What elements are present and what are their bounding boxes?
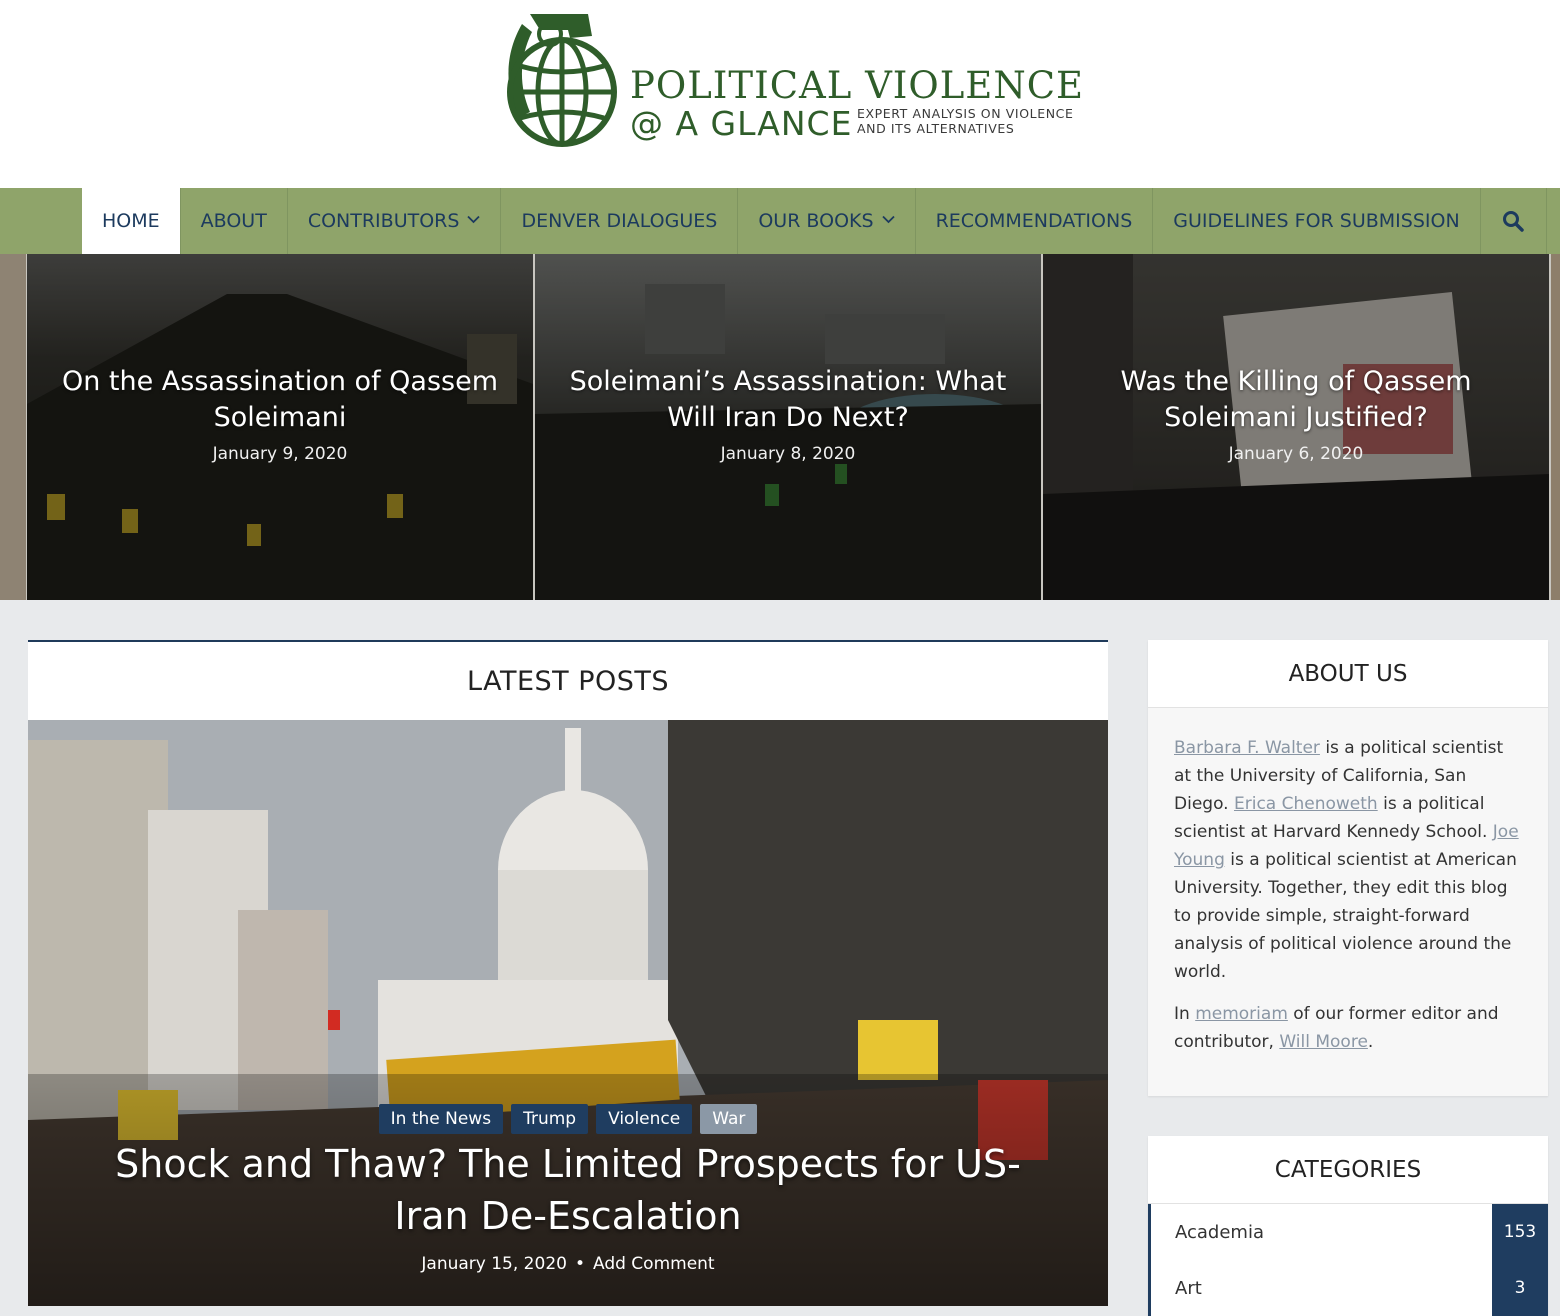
site-subtitle: @ A GLANCE <box>630 104 853 143</box>
widget-heading: ABOUT US <box>1148 640 1548 708</box>
category-item-academia[interactable]: Academia 153 <box>1148 1204 1548 1260</box>
category-item-art[interactable]: Art 3 <box>1148 1260 1548 1316</box>
categories-widget: CATEGORIES Academia 153 Art 3 <box>1148 1136 1548 1316</box>
featured-post[interactable]: In the News Trump Violence War Shock and… <box>28 720 1108 1306</box>
slide-date: January 8, 2020 <box>720 444 856 464</box>
slide-card[interactable]: Soleimani’s Assassination: What Will Ira… <box>535 254 1041 600</box>
main-nav: HOME ABOUT CONTRIBUTORS DENVER DIALOGUES… <box>0 188 1560 254</box>
nav-item-contributors[interactable]: CONTRIBUTORS <box>288 188 502 254</box>
add-comment-link[interactable]: Add Comment <box>593 1254 715 1274</box>
will-moore-link[interactable]: Will Moore <box>1279 1032 1368 1052</box>
nav-label: CONTRIBUTORS <box>307 210 460 232</box>
nav-item-about[interactable]: ABOUT <box>181 188 288 254</box>
category-name: Art <box>1175 1277 1202 1299</box>
nav-label: HOME <box>102 210 160 232</box>
tag-trump[interactable]: Trump <box>511 1104 589 1134</box>
about-us-widget: ABOUT US Barbara F. Walter is a politica… <box>1148 640 1548 1096</box>
widget-heading: CATEGORIES <box>1148 1136 1548 1204</box>
slide-date: January 9, 2020 <box>212 444 348 464</box>
post-meta: January 15, 2020 • Add Comment <box>28 1254 1108 1274</box>
chevron-down-icon <box>881 213 895 228</box>
tag-war[interactable]: War <box>700 1104 758 1134</box>
slide-edge-left <box>0 254 26 600</box>
featured-slider: On the Assassination of Qassem Soleimani… <box>0 254 1560 600</box>
slide-edge-right <box>1551 254 1560 600</box>
nav-label: ABOUT <box>200 210 267 232</box>
nav-item-our-books[interactable]: OUR BOOKS <box>738 188 916 254</box>
erica-chenoweth-link[interactable]: Erica Chenoweth <box>1234 794 1378 814</box>
category-count: 3 <box>1492 1260 1548 1316</box>
nav-item-guidelines[interactable]: GUIDELINES FOR SUBMISSION <box>1153 188 1481 254</box>
slide-card[interactable]: Was the Killing of Qassem Soleimani Just… <box>1043 254 1549 600</box>
section-heading: LATEST POSTS <box>466 665 670 697</box>
barbara-walter-link[interactable]: Barbara F. Walter <box>1174 738 1320 758</box>
search-button[interactable] <box>1481 188 1547 254</box>
about-text: Barbara F. Walter is a political scienti… <box>1148 708 1548 1056</box>
search-icon <box>1503 211 1524 232</box>
featured-post-title[interactable]: Shock and Thaw? The Limited Prospects fo… <box>88 1138 1048 1242</box>
tag-violence[interactable]: Violence <box>596 1104 693 1134</box>
tag-in-the-news[interactable]: In the News <box>378 1104 504 1134</box>
nav-label: GUIDELINES FOR SUBMISSION <box>1173 210 1460 232</box>
memoriam-pre: In <box>1174 1004 1196 1024</box>
post-tags: In the News Trump Violence War <box>28 1104 1108 1134</box>
site-title: POLITICAL VIOLENCE <box>630 64 1085 107</box>
about-text-3: is a political scientist at American Uni… <box>1174 850 1517 982</box>
slide-date: January 6, 2020 <box>1228 444 1364 464</box>
nav-item-denver-dialogues[interactable]: DENVER DIALOGUES <box>501 188 739 254</box>
slide-title[interactable]: Soleimani’s Assassination: What Will Ira… <box>555 364 1021 436</box>
memoriam-end: . <box>1367 1032 1374 1052</box>
site-header: POLITICAL VIOLENCE @ A GLANCE EXPERT ANA… <box>0 0 1560 188</box>
featured-caption: In the News Trump Violence War Shock and… <box>28 1074 1108 1306</box>
post-date: January 15, 2020 <box>421 1254 567 1274</box>
slide-title[interactable]: Was the Killing of Qassem Soleimani Just… <box>1063 364 1529 436</box>
meta-separator: • <box>574 1254 585 1274</box>
category-count: 153 <box>1492 1204 1548 1260</box>
site-logo[interactable]: POLITICAL VIOLENCE @ A GLANCE EXPERT ANA… <box>500 8 1083 150</box>
memoriam-link[interactable]: memoriam <box>1195 1004 1288 1024</box>
nav-item-recommendations[interactable]: RECOMMENDATIONS <box>916 188 1154 254</box>
grenade-globe-icon <box>507 14 617 147</box>
nav-label: DENVER DIALOGUES <box>521 210 718 232</box>
nav-label: OUR BOOKS <box>758 210 874 232</box>
chevron-down-icon <box>467 213 481 228</box>
latest-posts-section: LATEST POSTS In the News Trump Violence <box>28 640 1108 1306</box>
slide-title[interactable]: On the Assassination of Qassem Soleimani <box>47 364 513 436</box>
slide-card[interactable]: On the Assassination of Qassem Soleimani… <box>27 254 533 600</box>
category-name: Academia <box>1175 1221 1264 1243</box>
nav-label: RECOMMENDATIONS <box>935 210 1133 232</box>
site-tagline: EXPERT ANALYSIS ON VIOLENCE AND ITS ALTE… <box>857 106 1074 136</box>
nav-item-home[interactable]: HOME <box>82 188 181 254</box>
